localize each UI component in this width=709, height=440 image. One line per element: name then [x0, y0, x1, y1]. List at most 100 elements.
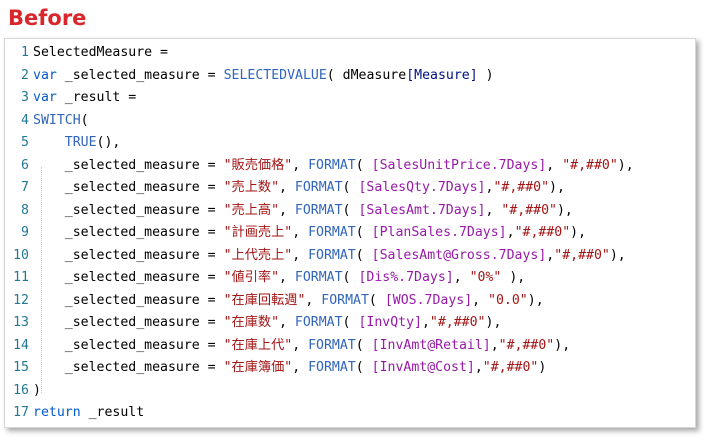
code-token: FORMAT — [294, 270, 343, 285]
code-token: "上代売上" — [223, 247, 293, 263]
code-token: "#,##0" — [562, 157, 618, 173]
code-token: ), — [485, 315, 502, 330]
heading-before: Before — [8, 6, 87, 30]
code-token: "#,##0" — [429, 315, 486, 330]
code-token: _selected_measure = — [33, 315, 224, 330]
line-number: 6 — [21, 157, 29, 173]
code-token: [SalesAmt.7Days] — [358, 202, 486, 218]
code-token: _selected_measure = — [33, 157, 224, 173]
code-token: ), — [609, 247, 626, 263]
line-number: 8 — [21, 202, 29, 218]
code-token: FORMAT — [294, 180, 343, 195]
code-token: [InvAmt@Retail] — [371, 337, 491, 353]
code-line[interactable]: 9 _selected_measure = "計画売上", FORMAT( [P… — [5, 222, 634, 245]
code-text: var _result = — [33, 87, 136, 110]
code-line[interactable]: 6 _selected_measure = "販売価格", FORMAT( [S… — [5, 155, 634, 178]
code-text: _selected_measure = "販売価格", FORMAT( [Sal… — [33, 155, 634, 178]
code-token: [SalesQty.7Days] — [358, 180, 486, 195]
code-text: _selected_measure = "売上高", FORMAT( [Sale… — [33, 200, 573, 223]
code-token: , — [305, 292, 322, 308]
code-token: , — [546, 157, 563, 173]
code-line[interactable]: 12 _selected_measure = "在庫回転週", FORMAT( … — [5, 290, 634, 313]
code-token: TRUE — [64, 135, 97, 150]
code-token: , — [292, 337, 309, 353]
code-token: "在庫簿価" — [223, 360, 293, 375]
code-text: return _result — [33, 402, 144, 425]
line-number: 16 — [13, 382, 29, 398]
line-number: 10 — [13, 247, 29, 263]
code-token: _selected_measure = — [33, 225, 224, 240]
code-token: , — [292, 360, 309, 375]
code-token: ) — [33, 382, 41, 398]
code-token: "0%" — [469, 270, 502, 285]
line-number: 7 — [21, 180, 29, 195]
code-token: ( — [368, 292, 385, 308]
code-token: , — [279, 180, 295, 195]
code-token: _selected_measure = — [33, 270, 224, 285]
code-text: SelectedMeasure = — [33, 42, 168, 65]
code-token: FORMAT — [308, 360, 356, 375]
code-token: FORMAT — [294, 202, 343, 218]
code-line[interactable]: 7 _selected_measure = "売上数", FORMAT( [Sa… — [5, 177, 634, 200]
line-number: 17 — [13, 405, 29, 420]
code-token: ( — [355, 360, 372, 375]
code-token: [InvAmt@Cost] — [371, 360, 475, 375]
code-line[interactable]: 11 _selected_measure = "値引率", FORMAT( [D… — [5, 267, 634, 290]
line-number: 13 — [13, 315, 29, 330]
code-token: , — [490, 337, 499, 353]
line-number: 4 — [21, 112, 29, 128]
line-number: 2 — [21, 67, 29, 83]
code-line[interactable]: 8 _selected_measure = "売上高", FORMAT( [Sa… — [5, 200, 634, 223]
code-token: FORMAT — [308, 337, 356, 353]
code-line[interactable]: 1 SelectedMeasure = — [5, 42, 634, 65]
code-token: "在庫上代" — [223, 337, 293, 353]
code-line[interactable]: 4 SWITCH( — [5, 110, 634, 133]
code-token: ), — [527, 292, 544, 308]
code-token: ( — [342, 202, 359, 218]
code-token: ( — [355, 247, 372, 263]
code-token: _selected_measure = — [33, 180, 224, 195]
code-token: "在庫回転週" — [223, 292, 306, 308]
line-number: 12 — [13, 292, 29, 308]
line-number: 14 — [13, 337, 29, 353]
code-token: SWITCH — [33, 112, 81, 128]
code-line[interactable]: 10 _selected_measure = "上代売上", FORMAT( [… — [5, 245, 634, 268]
code-token: , — [485, 202, 502, 218]
code-token: return — [33, 405, 81, 420]
code-line[interactable]: 15 _selected_measure = "在庫簿価", FORMAT( [… — [5, 357, 634, 380]
code-line[interactable]: 16) — [5, 380, 634, 403]
line-number: 1 — [21, 45, 29, 60]
code-line[interactable]: 13 _selected_measure = "在庫数", FORMAT( [I… — [5, 312, 634, 335]
code-text: _selected_measure = "売上数", FORMAT( [Sale… — [33, 177, 565, 200]
code-area[interactable]: 1 SelectedMeasure = 2 var _selected_measure… — [5, 42, 634, 425]
code-token: [Dis%.7Days] — [358, 270, 454, 285]
code-text: _selected_measure = "在庫簿価", FORMAT( [Inv… — [33, 357, 547, 380]
code-token: [WOS.7Days] — [384, 292, 473, 308]
code-token: ) — [538, 360, 547, 375]
code-line[interactable]: 3 var _result = — [5, 87, 634, 110]
code-token: SELECTEDVALUE — [223, 67, 327, 83]
code-token: [PlanSales.7Days] — [371, 225, 507, 240]
code-token: [Measure] — [406, 67, 478, 83]
line-number: 15 — [13, 360, 29, 375]
code-line[interactable]: 14 _selected_measure = "在庫上代", FORMAT( [… — [5, 335, 634, 358]
code-line[interactable]: 5 TRUE(), — [5, 132, 634, 155]
code-editor[interactable]: 1 SelectedMeasure = 2 var _selected_measure… — [4, 38, 696, 428]
code-token: "値引率" — [223, 270, 280, 285]
code-token: SelectedMeasure = — [33, 45, 168, 60]
code-text: _selected_measure = "在庫上代", FORMAT( [Inv… — [33, 335, 570, 358]
line-number: 3 — [21, 90, 29, 105]
code-token: "#,##0" — [482, 360, 539, 375]
code-token: "0.0" — [488, 292, 528, 308]
code-token: ( — [80, 112, 89, 128]
code-token: (), — [96, 135, 121, 150]
code-token: "#,##0" — [498, 337, 555, 353]
code-token: ), — [617, 157, 634, 173]
code-token: _selected_measure = — [33, 202, 224, 218]
code-line[interactable]: 17 return _result — [5, 402, 634, 425]
code-text: var _selected_measure = SELECTEDVALUE( d… — [33, 65, 494, 88]
code-text: _selected_measure = "在庫数", FORMAT( [InvQ… — [33, 312, 502, 335]
code-token: ), — [570, 225, 587, 240]
code-line[interactable]: 2 var _selected_measure = SELECTEDVALUE( … — [5, 65, 634, 88]
